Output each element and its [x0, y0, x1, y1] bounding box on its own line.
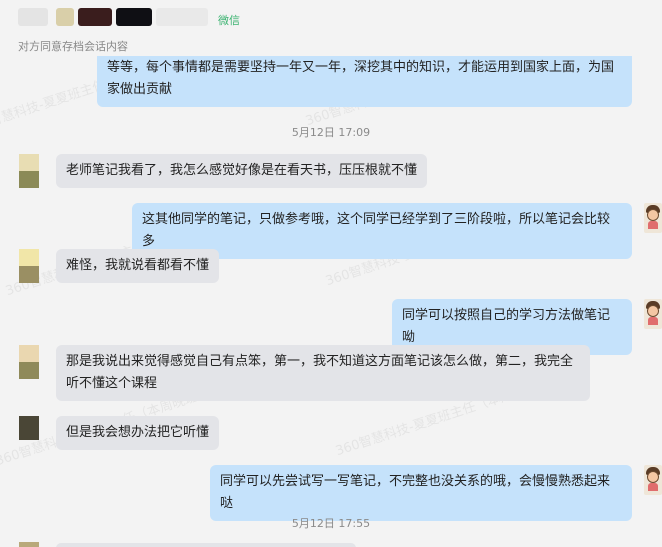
timestamp: 5月12日 17:09 [291, 126, 371, 139]
self-avatar[interactable] [644, 203, 662, 233]
timestamp: 5月12日 17:55 [291, 517, 371, 530]
redacted-name-part [156, 8, 208, 26]
message-bubble-outgoing: 等等，每个事情都是需要坚持一年又一年，深挖其中的知识，才能运用到国家上面，为国家… [97, 56, 632, 107]
redacted-name [18, 8, 48, 26]
chat-header: 微信 对方同意存档会话内容 [0, 0, 662, 56]
message-bubble-outgoing: 同学可以先尝试写一写笔记，不完整也没关系的哦，会慢慢熟悉起来哒 [210, 465, 632, 521]
self-avatar[interactable] [644, 465, 662, 495]
self-avatar[interactable] [644, 299, 662, 329]
contact-avatar[interactable] [19, 416, 39, 440]
message-bubble-incoming: 但是我会想办法把它听懂 [56, 416, 219, 450]
redacted-name-part [116, 8, 152, 26]
wechat-tag: 微信 [218, 14, 240, 27]
message-bubble-incoming: 那是我说出来觉得感觉自己有点笨，第一，我不知道这方面笔记该怎么做，第二，我完全听… [56, 345, 590, 401]
contact-avatar[interactable] [19, 249, 39, 283]
message-list[interactable]: 360智慧科技-夏夏班主任（本周晚班） 360智慧科技-夏夏班主任（本周晚班） … [0, 56, 662, 547]
contact-avatar[interactable] [19, 345, 39, 379]
message-bubble-incoming: 老师笔记我看了，我怎么感觉好像是在看天书，压压根就不懂 [56, 154, 427, 188]
contact-avatar[interactable] [19, 154, 39, 188]
redacted-name-part [78, 8, 112, 26]
message-bubble-incoming-partial [56, 543, 356, 547]
message-bubble-incoming: 难怪，我就说看都看不懂 [56, 249, 219, 283]
contact-avatar[interactable] [19, 542, 39, 547]
redacted-name-part [56, 8, 74, 26]
archive-consent-notice: 对方同意存档会话内容 [18, 40, 128, 53]
